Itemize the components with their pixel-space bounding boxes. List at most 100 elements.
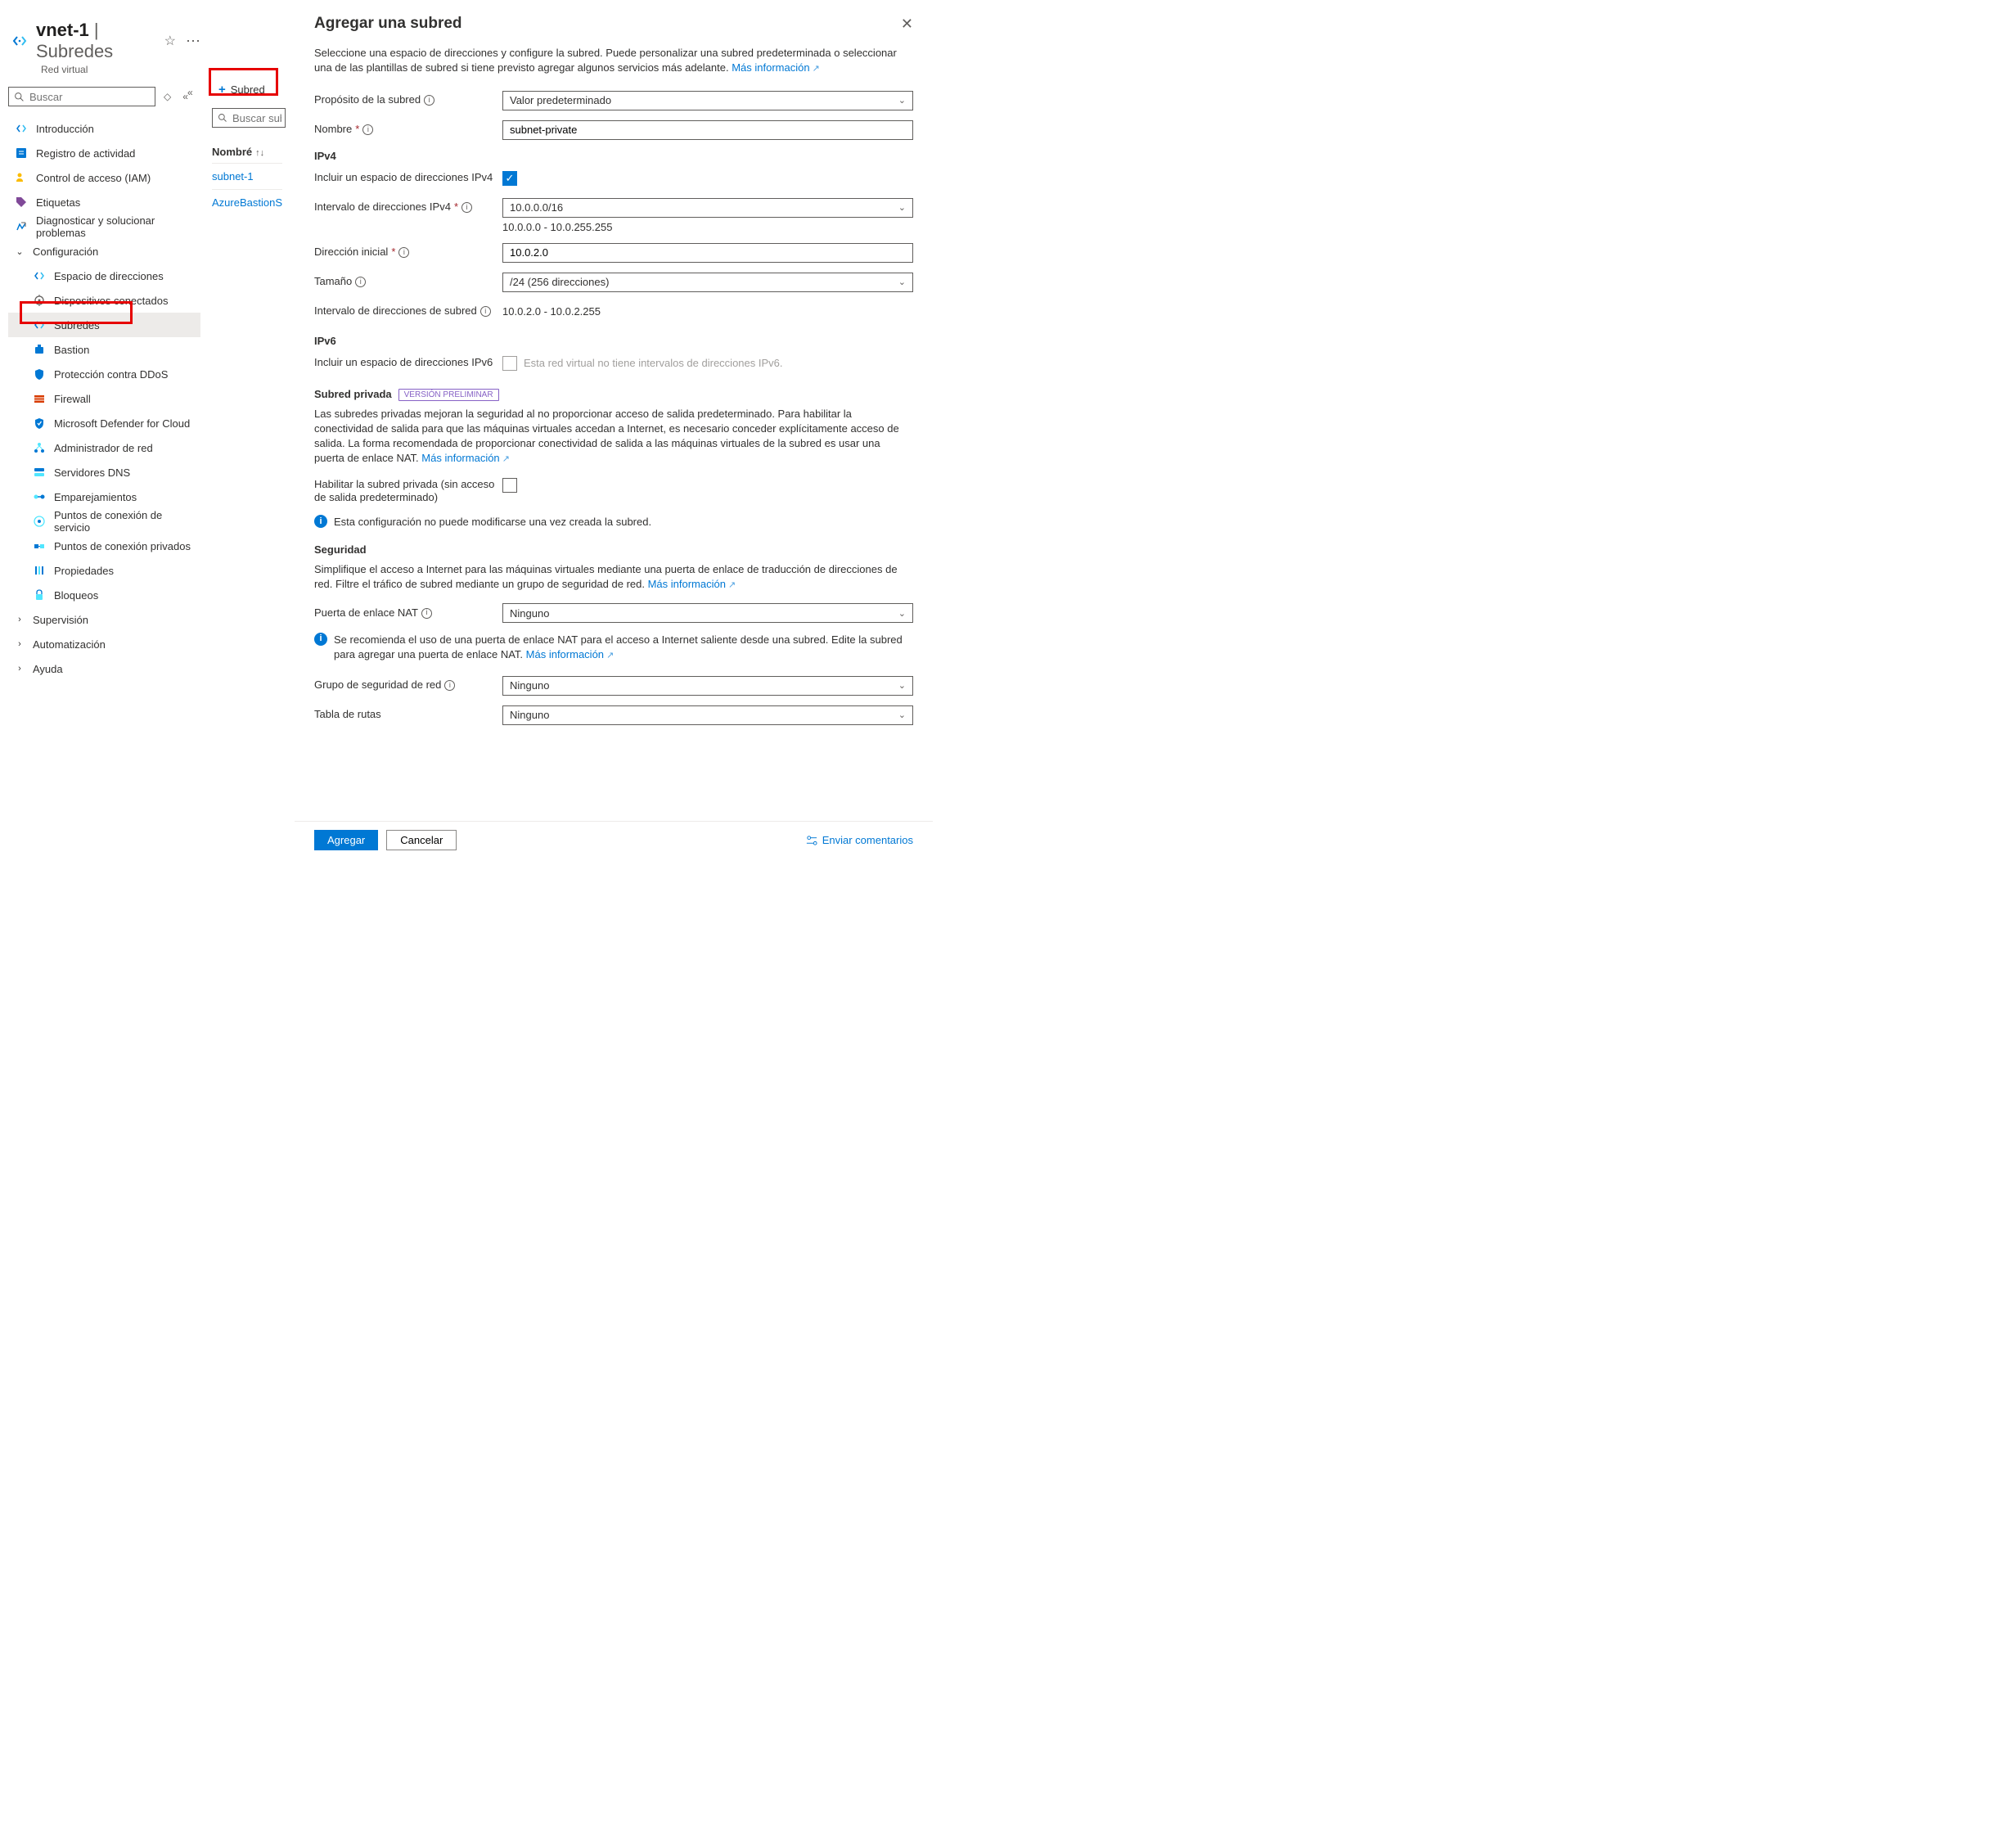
size-select[interactable]: /24 (256 direcciones)⌄: [502, 273, 913, 292]
purpose-label: Propósito de la subred i: [314, 93, 502, 107]
table-row[interactable]: subnet-1: [212, 163, 282, 189]
info-icon[interactable]: i: [421, 608, 432, 619]
nav-dns[interactable]: Servidores DNS: [8, 460, 200, 485]
cancel-button[interactable]: Cancelar: [386, 830, 457, 850]
learn-more-link[interactable]: Más información: [526, 648, 615, 660]
chevron-down-icon: ⌄: [898, 202, 906, 213]
nav-network-manager[interactable]: Administrador de red: [8, 435, 200, 460]
private-enable-checkbox[interactable]: [502, 478, 517, 493]
plus-icon: +: [218, 83, 226, 97]
route-table-select[interactable]: Ninguno⌄: [502, 705, 913, 725]
private-enable-label: Habilitar la subred privada (sin acceso …: [314, 478, 502, 506]
nav-bastion[interactable]: Bastion: [8, 337, 200, 362]
panel-title: Agregar una subred: [314, 15, 462, 33]
nav-overview[interactable]: Introducción: [8, 116, 200, 141]
nav-service-endpoints[interactable]: Puntos de conexión de servicio: [8, 509, 200, 534]
firewall-icon: [33, 392, 46, 405]
send-feedback-link[interactable]: Enviar comentarios: [805, 834, 913, 846]
log-icon: [15, 146, 28, 160]
nav-group-monitoring[interactable]: ›Supervisión: [8, 607, 200, 632]
ipv6-include-checkbox: [502, 356, 517, 371]
learn-more-link[interactable]: Más información: [421, 452, 510, 464]
start-address-input[interactable]: [502, 243, 913, 263]
subnet-range-label: Intervalo de direcciones de subred i: [314, 304, 502, 318]
nav-peerings[interactable]: Emparejamientos: [8, 485, 200, 509]
dns-icon: [33, 466, 46, 479]
purpose-select[interactable]: Valor predeterminado⌄: [502, 91, 913, 110]
collapse-icon[interactable]: ◇: [160, 88, 174, 106]
nat-select[interactable]: Ninguno⌄: [502, 603, 913, 623]
nav-tags[interactable]: Etiquetas: [8, 190, 200, 214]
close-icon[interactable]: ✕: [901, 16, 913, 33]
name-input[interactable]: [502, 120, 913, 140]
nav-firewall[interactable]: Firewall: [8, 386, 200, 411]
nav-group-help[interactable]: ›Ayuda: [8, 656, 200, 681]
chevron-left-icon[interactable]: «: [184, 83, 196, 101]
nav-address-space[interactable]: Espacio de direcciones: [8, 264, 200, 288]
chevron-right-icon: ›: [15, 639, 25, 649]
ipv4-include-checkbox[interactable]: ✓: [502, 171, 517, 186]
add-button[interactable]: Agregar: [314, 830, 378, 850]
preview-badge: VERSIÓN PRELIMINAR: [398, 389, 499, 401]
nav-subnets[interactable]: Subredes: [8, 313, 200, 337]
table-header-name[interactable]: Nombré↑↓: [212, 141, 282, 163]
ipv6-heading: IPv6: [314, 335, 913, 347]
info-icon[interactable]: i: [444, 680, 455, 691]
add-subnet-button[interactable]: + Subred: [212, 79, 272, 100]
diagnose-icon: [15, 220, 28, 233]
nav-group-config[interactable]: ⌄ Configuración: [8, 239, 200, 264]
info-icon[interactable]: i: [461, 202, 472, 213]
nav-private-endpoints[interactable]: Puntos de conexión privados: [8, 534, 200, 558]
vnet-icon: [10, 31, 29, 51]
page-title: vnet-1 | Subredes: [36, 20, 153, 62]
lock-icon: [33, 588, 46, 602]
nav-connected-devices[interactable]: Dispositivos conectados: [8, 288, 200, 313]
netmgr-icon: [33, 441, 46, 454]
chevron-down-icon: ⌄: [898, 710, 906, 720]
more-icon[interactable]: ⋯: [186, 33, 200, 50]
info-icon[interactable]: i: [398, 247, 409, 258]
info-icon[interactable]: i: [355, 277, 366, 287]
feedback-icon: [805, 834, 817, 846]
nsg-select[interactable]: Ninguno⌄: [502, 676, 913, 696]
nav-group-automation[interactable]: ›Automatización: [8, 632, 200, 656]
search-icon: [218, 113, 227, 123]
devices-icon: [33, 294, 46, 307]
nav-diagnose[interactable]: Diagnosticar y solucionar problemas: [8, 214, 200, 239]
subnet-icon: [33, 318, 46, 331]
props-icon: [33, 564, 46, 577]
nav-search-input[interactable]: [8, 87, 155, 106]
info-icon[interactable]: i: [362, 124, 373, 135]
nav-ddos[interactable]: Protección contra DDoS: [8, 362, 200, 386]
ipv4-include-label: Incluir un espacio de direcciones IPv4: [314, 171, 502, 185]
nat-label: Puerta de enlace NAT i: [314, 606, 502, 620]
info-icon[interactable]: i: [480, 306, 491, 317]
nav-activity-log[interactable]: Registro de actividad: [8, 141, 200, 165]
page-subtitle: Red virtual: [41, 64, 200, 75]
learn-more-link[interactable]: Más información: [648, 578, 736, 590]
search-icon: [14, 92, 25, 102]
shield-icon: [33, 367, 46, 381]
chevron-right-icon: ›: [15, 664, 25, 674]
name-label: Nombre* i: [314, 123, 502, 137]
nat-info: i Se recomienda el uso de una puerta de …: [314, 633, 913, 663]
ipv4-range-readout: 10.0.0.0 - 10.0.255.255: [502, 221, 913, 233]
address-icon: [33, 269, 46, 282]
private-subnet-heading: Subred privadaVERSIÓN PRELIMINAR: [314, 388, 913, 400]
peer-icon: [33, 490, 46, 503]
nav-properties[interactable]: Propiedades: [8, 558, 200, 583]
subnet-search-input[interactable]: [212, 108, 286, 128]
favorite-icon[interactable]: ☆: [164, 33, 176, 49]
nav-defender[interactable]: Microsoft Defender for Cloud: [8, 411, 200, 435]
panel-intro: Seleccione una espacio de direcciones y …: [314, 46, 913, 76]
bastion-icon: [33, 343, 46, 356]
table-row[interactable]: AzureBastionS: [212, 189, 282, 215]
info-icon[interactable]: i: [424, 95, 434, 106]
learn-more-link[interactable]: Más información: [732, 61, 820, 74]
size-label: Tamaño i: [314, 275, 502, 289]
nav-iam[interactable]: Control de acceso (IAM): [8, 165, 200, 190]
ipv4-range-label: Intervalo de direcciones IPv4* i: [314, 201, 502, 214]
chevron-down-icon: ⌄: [898, 680, 906, 691]
ipv4-range-select[interactable]: 10.0.0.0/16⌄: [502, 198, 913, 218]
nav-locks[interactable]: Bloqueos: [8, 583, 200, 607]
